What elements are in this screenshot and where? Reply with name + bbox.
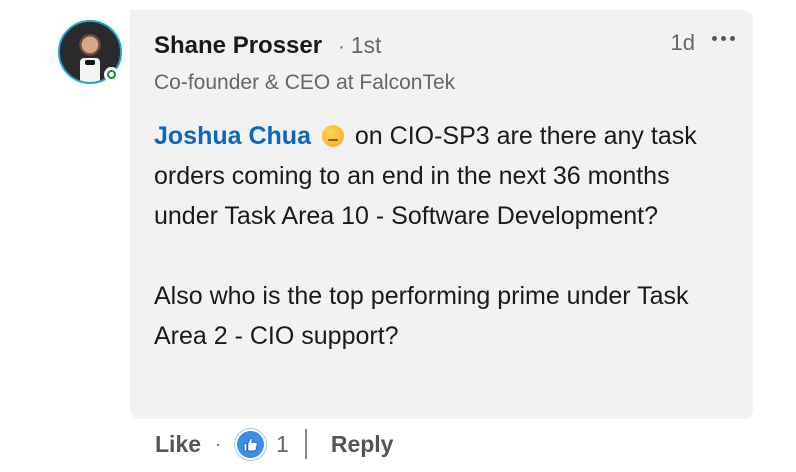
degree-separator: · <box>338 36 345 58</box>
action-divider <box>304 429 307 459</box>
mention-link[interactable]: Joshua Chua <box>154 122 311 150</box>
reply-button[interactable]: Reply <box>331 431 394 458</box>
comment-text: Joshua Chua on CIO-SP3 are there any tas… <box>154 116 734 356</box>
comment-paragraph-1: Joshua Chua on CIO-SP3 are there any tas… <box>154 116 734 236</box>
thumbs-up-icon <box>243 437 258 451</box>
thinking-face-emoji <box>321 125 344 147</box>
connection-degree: 1st <box>350 32 382 58</box>
more-options-button[interactable] <box>712 36 735 41</box>
comment-bubble: Shane Prosser · 1st 1d Co-founder & CEO … <box>130 10 753 419</box>
comment-paragraph-2: Also who is the top performing prime und… <box>154 282 689 350</box>
comment-timestamp: 1d <box>670 30 695 55</box>
action-separator: · <box>215 433 222 454</box>
author-avatar[interactable] <box>58 20 122 84</box>
author-row: Shane Prosser · 1st <box>154 32 381 60</box>
author-headline: Co-founder & CEO at FalconTek <box>154 71 456 94</box>
like-button[interactable]: Like <box>155 431 201 458</box>
avatar-bowtie <box>85 60 95 65</box>
comment-actions: Like · 1 Reply <box>155 426 393 462</box>
reaction-count[interactable]: 1 <box>276 431 289 458</box>
author-name[interactable]: Shane Prosser <box>154 32 322 60</box>
online-status-icon <box>104 67 119 82</box>
ellipsis-icon <box>712 36 717 41</box>
like-reaction-icon[interactable] <box>235 428 267 460</box>
